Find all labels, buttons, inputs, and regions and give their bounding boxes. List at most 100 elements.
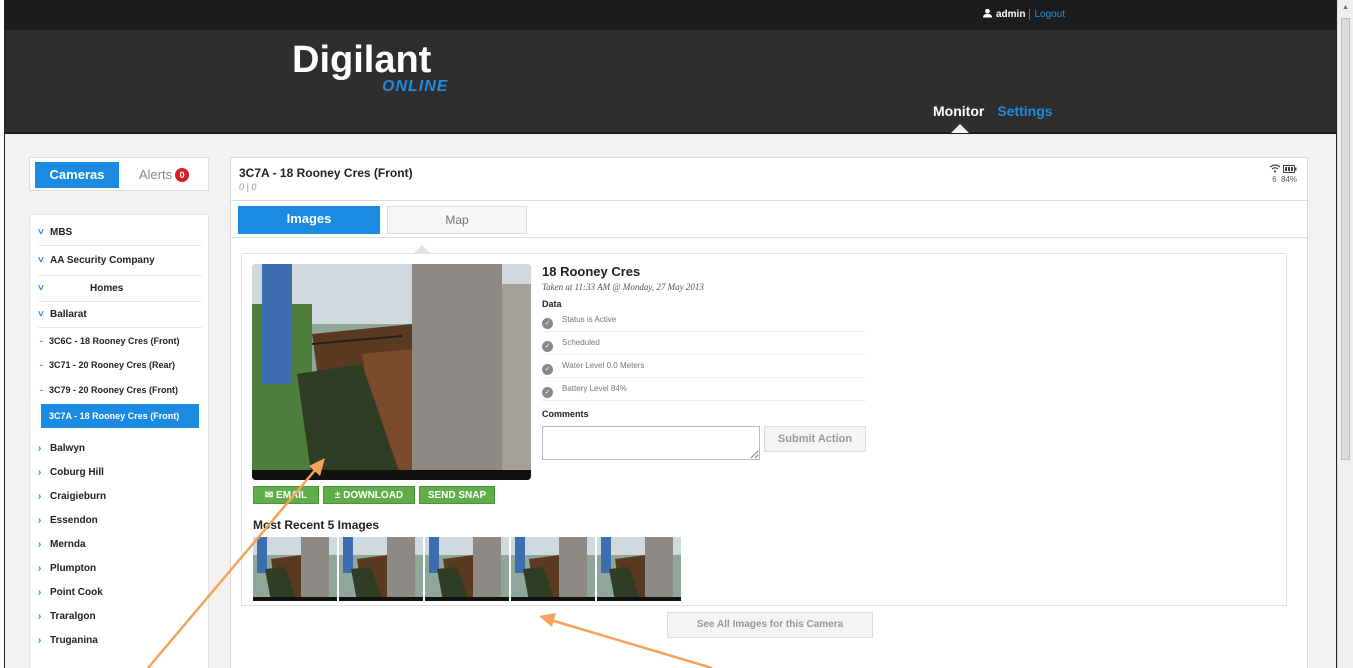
check-circle-icon: ✓ — [542, 318, 553, 329]
tree-item-essendon[interactable]: › Essendon — [38, 515, 98, 526]
tree-item-label: Homes — [90, 283, 124, 294]
tree-item-label: 3C79 - 20 Rooney Cres (Front) — [49, 385, 179, 395]
mail-icon: ✉ — [264, 490, 274, 501]
logo-sub: ONLINE — [382, 78, 449, 95]
tree-item-aa-security[interactable]: ˅ AA Security Company — [38, 255, 155, 266]
tree-item-label: Balwyn — [50, 443, 86, 454]
tree-item-mbs[interactable]: ˅ MBS — [38, 227, 72, 238]
chevron-right-icon: › — [38, 611, 42, 622]
user-icon — [983, 8, 992, 18]
tree-item-label: 3C6C - 18 Rooney Cres (Front) — [49, 336, 180, 346]
chevron-down-icon: ˅ — [38, 309, 44, 320]
user-area: admin Logout — [983, 8, 1066, 20]
tree-camera-3c71[interactable]: -3C71 - 20 Rooney Cres (Rear) — [40, 360, 175, 370]
tree-item-coburg-hill[interactable]: › Coburg Hill — [38, 467, 104, 478]
tree-item-label: MBS — [50, 227, 73, 238]
scrollbar-thumb[interactable] — [1341, 18, 1350, 460]
chevron-right-icon: › — [38, 443, 42, 454]
chevron-right-icon: › — [38, 491, 42, 502]
send-snap-button[interactable]: SEND SNAP — [419, 486, 495, 504]
battery-value: 84% — [1280, 175, 1297, 184]
recent-image-thumbnail[interactable] — [339, 537, 423, 601]
recent-image-thumbnail[interactable] — [597, 537, 681, 601]
tree-item-homes[interactable]: ˅ Homes — [38, 283, 123, 294]
camera-status: 6 84% — [1269, 164, 1297, 184]
data-row: ✓ Battery Level 84% — [542, 378, 866, 401]
divider — [38, 275, 202, 276]
chevron-right-icon: › — [38, 563, 42, 574]
logo[interactable]: Digilant ONLINE — [292, 40, 447, 95]
recent-image-thumbnail[interactable] — [253, 537, 337, 601]
tree-item-ballarat[interactable]: ˅ Ballarat — [38, 309, 87, 320]
camera-title: 3C7A - 18 Rooney Cres (Front) — [239, 166, 413, 180]
recent-image-thumbnail[interactable] — [425, 537, 509, 601]
tree-item-label: Mernda — [50, 539, 86, 550]
tree-item-label: Coburg Hill — [50, 467, 104, 478]
chevron-right-icon: › — [38, 587, 42, 598]
divider — [38, 301, 202, 302]
tree-item-label: AA Security Company — [50, 255, 155, 266]
tree-item-balwyn[interactable]: › Balwyn — [38, 443, 85, 454]
nav-monitor[interactable]: Monitor — [933, 103, 984, 119]
battery-icon — [1283, 165, 1297, 173]
tree-item-label: Plumpton — [50, 563, 97, 574]
tab-active-caret — [414, 245, 430, 253]
comments-heading: Comments — [542, 409, 589, 419]
tree-item-craigieburn[interactable]: › Craigieburn — [38, 491, 106, 502]
divider — [231, 200, 1307, 201]
camera-tree: ˅ MBS ˅ AA Security Company ˅ Homes ˅ Ballar… — [29, 214, 209, 668]
download-label: DOWNLOAD — [343, 490, 404, 501]
image-taken: Taken at 11:33 AM @ Monday, 27 May 2013 — [542, 282, 704, 292]
check-circle-icon: ✓ — [542, 341, 553, 352]
tree-item-label: Traralgon — [50, 611, 96, 622]
tree-item-label: 3C71 - 20 Rooney Cres (Rear) — [49, 360, 176, 370]
tree-item-truganina[interactable]: › Truganina — [38, 635, 98, 646]
page: admin Logout Digilant ONLINE Monitor Setti… — [4, 0, 1337, 668]
scroll-up-icon[interactable]: ▲ — [1342, 4, 1349, 11]
chevron-down-icon: ˅ — [38, 255, 44, 266]
tree-item-plumpton[interactable]: › Plumpton — [38, 563, 96, 574]
submit-action-button[interactable]: Submit Action — [764, 426, 866, 452]
tree-camera-3c7a[interactable]: 3C7A - 18 Rooney Cres (Front) — [49, 411, 179, 421]
tab-cameras[interactable]: Cameras — [35, 162, 119, 188]
download-button[interactable]: ± DOWNLOAD — [323, 486, 415, 504]
tree-item-label: Ballarat — [50, 309, 87, 320]
recent-image-thumbnail[interactable] — [511, 537, 595, 601]
alerts-count-badge: 0 — [175, 168, 190, 182]
tab-alerts[interactable]: Alerts 0 — [125, 162, 203, 188]
tree-camera-3c6c[interactable]: -3C6C - 18 Rooney Cres (Front) — [40, 336, 180, 346]
page-scrollbar[interactable]: ▲ — [1337, 0, 1353, 668]
email-label: EMAIL — [276, 490, 308, 501]
chevron-down-icon: ˅ — [38, 283, 44, 294]
bullet-icon: - — [40, 336, 43, 346]
chevron-down-icon: ˅ — [38, 227, 44, 238]
sidebar-tabs: Cameras Alerts 0 — [29, 157, 209, 191]
chevron-right-icon: › — [38, 539, 42, 550]
see-all-images-button[interactable]: See All Images for this Camera — [667, 612, 873, 638]
tree-item-point-cook[interactable]: › Point Cook — [38, 587, 103, 598]
image-info: 18 Rooney Cres Taken at 11:33 AM @ Monda… — [542, 264, 866, 419]
comment-input[interactable] — [542, 426, 760, 460]
data-row-text: Water Level 0.0 Meters — [562, 361, 645, 370]
logout-link[interactable]: Logout — [1029, 9, 1066, 20]
camera-subtitle: 0 | 0 — [239, 182, 257, 192]
tree-item-label: Craigieburn — [50, 491, 107, 502]
username: admin — [996, 9, 1026, 20]
image-content: ✉ EMAIL ± DOWNLOAD SEND SNAP 18 Rooney C… — [241, 253, 1287, 606]
tab-map[interactable]: Map — [387, 206, 527, 234]
check-circle-icon: ✓ — [542, 364, 553, 375]
top-bar: admin Logout — [5, 0, 1336, 30]
tab-images[interactable]: Images — [238, 206, 380, 234]
bullet-icon: - — [40, 385, 43, 395]
nav-settings[interactable]: Settings — [997, 103, 1052, 119]
tree-camera-3c79[interactable]: -3C79 - 20 Rooney Cres (Front) — [40, 385, 178, 395]
tree-item-mernda[interactable]: › Mernda — [38, 539, 86, 550]
tree-item-traralgon[interactable]: › Traralgon — [38, 611, 96, 622]
email-button[interactable]: ✉ EMAIL — [253, 486, 319, 504]
check-circle-icon: ✓ — [542, 387, 553, 398]
data-row-text: Scheduled — [562, 338, 600, 347]
download-icon: ± — [334, 490, 341, 501]
camera-photo[interactable] — [252, 264, 531, 480]
divider — [38, 245, 202, 246]
tree-item-label: Truganina — [50, 635, 98, 646]
